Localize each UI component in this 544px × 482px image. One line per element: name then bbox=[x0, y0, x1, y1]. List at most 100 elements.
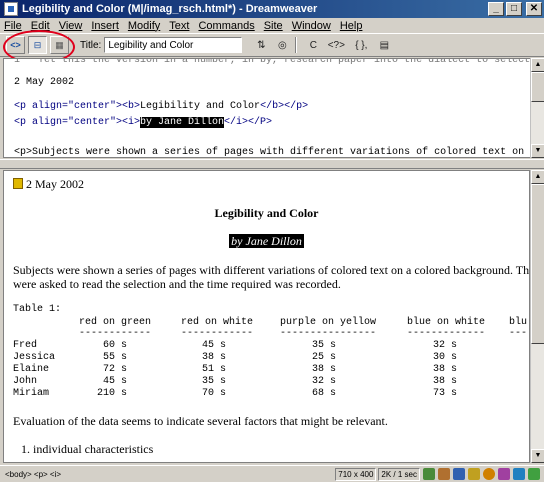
timeline-icon[interactable] bbox=[513, 468, 525, 480]
scroll-down-arrow[interactable]: ▼ bbox=[531, 449, 544, 463]
window-title-bar[interactable]: Legibility and Color (M|/imag_rsch.html*… bbox=[0, 0, 544, 18]
row-value: 210 s bbox=[97, 388, 128, 399]
code-inspector-icon[interactable] bbox=[528, 468, 540, 480]
code-scrollbar[interactable]: ▲ ▼ bbox=[530, 58, 544, 158]
view-options-icon[interactable]: ▤ bbox=[375, 36, 393, 54]
column-header: blue on white bbox=[407, 317, 486, 328]
row-value: 45 s bbox=[103, 376, 128, 387]
code-line-subjects: <p>Subjects were shown a series of pages… bbox=[14, 147, 525, 158]
table-caption: Table 1: bbox=[13, 304, 62, 315]
date-text: 2 May 2002 bbox=[26, 177, 84, 191]
menu-modify[interactable]: Modify bbox=[128, 20, 160, 32]
design-view-pane[interactable]: 2 May 2002 Legibility and Color by Jane … bbox=[3, 170, 530, 463]
row-name: Jessica bbox=[13, 352, 56, 363]
code-line-date: 2 May 2002 bbox=[14, 77, 75, 88]
close-button[interactable]: ✕ bbox=[526, 2, 542, 16]
menu-text[interactable]: Text bbox=[169, 20, 189, 32]
css-styles-icon[interactable] bbox=[468, 468, 480, 480]
row-value: 30 s bbox=[433, 352, 458, 363]
menu-view[interactable]: View bbox=[59, 20, 83, 32]
paragraph-1-line-1: Subjects were shown a series of pages wi… bbox=[13, 263, 530, 277]
column-header: red on white bbox=[181, 317, 254, 328]
row-value: 32 s bbox=[433, 340, 458, 351]
scroll-down-arrow[interactable]: ▼ bbox=[531, 144, 544, 158]
file-management-icon[interactable]: ⇅ bbox=[252, 36, 270, 54]
refresh-icon[interactable]: C bbox=[304, 36, 322, 54]
code-view-button[interactable]: <> bbox=[6, 36, 25, 54]
toolbar-separator bbox=[295, 37, 298, 53]
element-marker-icon bbox=[13, 178, 23, 189]
row-value: 35 s bbox=[312, 340, 337, 351]
page-heading: Legibility and Color bbox=[214, 206, 319, 220]
code-view-pane[interactable]: 1 Yet this the version in a number, in b… bbox=[3, 58, 533, 158]
code-text: Legibility and Color bbox=[140, 101, 261, 112]
minimize-button[interactable]: _ bbox=[488, 2, 504, 16]
code-line-heading: <p align="center"><b>Legibility and Colo… bbox=[14, 101, 308, 112]
row-value: 38 s bbox=[433, 376, 458, 387]
menu-site[interactable]: Site bbox=[264, 20, 283, 32]
code-tag: </i></P> bbox=[224, 117, 273, 128]
html-source-icon[interactable] bbox=[453, 468, 465, 480]
paragraph-1-line-2: were asked to read the selection and the… bbox=[13, 277, 341, 291]
scroll-up-arrow[interactable]: ▲ bbox=[531, 58, 544, 72]
row-value: 38 s bbox=[312, 364, 337, 375]
code-view-icon: <> bbox=[10, 40, 21, 50]
maximize-button[interactable]: □ bbox=[506, 2, 522, 16]
row-value: 55 s bbox=[103, 352, 128, 363]
code-navigation-icon[interactable]: { }, bbox=[350, 36, 372, 54]
scroll-thumb[interactable] bbox=[531, 184, 544, 344]
row-value: 51 s bbox=[202, 364, 227, 375]
row-value: 25 s bbox=[312, 352, 337, 363]
status-bar: <body> <p> <i> 710 x 400 2K / 1 sec bbox=[0, 465, 544, 482]
author-line: by Jane Dillon bbox=[4, 234, 529, 249]
dreamweaver-app-icon bbox=[4, 2, 18, 16]
reference-icon[interactable]: <?> bbox=[325, 36, 347, 54]
behaviors-icon[interactable] bbox=[483, 468, 495, 480]
column-header: purple on yellow bbox=[280, 317, 377, 328]
row-name: Fred bbox=[13, 340, 38, 351]
split-view-icon: ⊟ bbox=[33, 39, 42, 50]
column-header: red on green bbox=[79, 317, 152, 328]
menu-edit[interactable]: Edit bbox=[31, 20, 50, 32]
row-value: 38 s bbox=[433, 364, 458, 375]
history-icon[interactable] bbox=[498, 468, 510, 480]
design-scrollbar[interactable]: ▲ ▼ bbox=[530, 170, 544, 463]
scroll-thumb[interactable] bbox=[531, 72, 544, 102]
window-size-indicator[interactable]: 710 x 400 bbox=[335, 467, 377, 481]
menu-file[interactable]: File bbox=[4, 20, 22, 32]
row-name: Miriam bbox=[13, 388, 50, 399]
window-title: Legibility and Color (M|/imag_rsch.html*… bbox=[22, 3, 318, 15]
row-value: 32 s bbox=[312, 376, 337, 387]
tag-selector[interactable]: <body> <p> <i> bbox=[5, 470, 61, 479]
code-tag: <p align="center"><b> bbox=[14, 101, 141, 112]
download-time-indicator: 2K / 1 sec bbox=[378, 467, 420, 481]
code-tag: </b></p> bbox=[260, 101, 309, 112]
split-view-button[interactable]: ⊟ bbox=[28, 36, 47, 54]
column-underline: --- bbox=[509, 328, 528, 339]
column-underline: ------------- bbox=[407, 328, 486, 339]
design-view-button[interactable]: ▦ bbox=[50, 36, 69, 54]
preview-in-browser-icon[interactable]: ◎ bbox=[273, 36, 291, 54]
date-line: 2 May 2002 bbox=[13, 177, 84, 192]
row-value: 72 s bbox=[103, 364, 128, 375]
document-toolbar: <> ⊟ ▦ Title: ⇅ ◎ C <?> { }, ▤ bbox=[0, 33, 544, 57]
title-input[interactable] bbox=[104, 37, 243, 53]
row-value: 60 s bbox=[103, 340, 128, 351]
pane-splitter[interactable] bbox=[0, 159, 544, 169]
menu-insert[interactable]: Insert bbox=[91, 20, 119, 32]
code-line-author: <p align="center"><i>by Jane Dillon</i><… bbox=[14, 117, 272, 128]
row-value: 35 s bbox=[202, 376, 227, 387]
column-underline: ------------ bbox=[79, 328, 152, 339]
column-header: blu bbox=[509, 317, 528, 328]
menu-help[interactable]: Help bbox=[340, 20, 363, 32]
author-text-selected: by Jane Dillon bbox=[229, 234, 304, 248]
site-icon[interactable] bbox=[423, 468, 435, 480]
menu-bar: File Edit View Insert Modify Text Comman… bbox=[0, 18, 544, 33]
scroll-up-arrow[interactable]: ▲ bbox=[531, 170, 544, 184]
list-item: 1. individual characteristics bbox=[21, 442, 154, 456]
assets-icon[interactable] bbox=[438, 468, 450, 480]
design-view-icon: ▦ bbox=[55, 39, 64, 50]
menu-window[interactable]: Window bbox=[292, 20, 331, 32]
menu-commands[interactable]: Commands bbox=[198, 20, 254, 32]
code-tag: <p align="center"><i> bbox=[14, 117, 141, 128]
